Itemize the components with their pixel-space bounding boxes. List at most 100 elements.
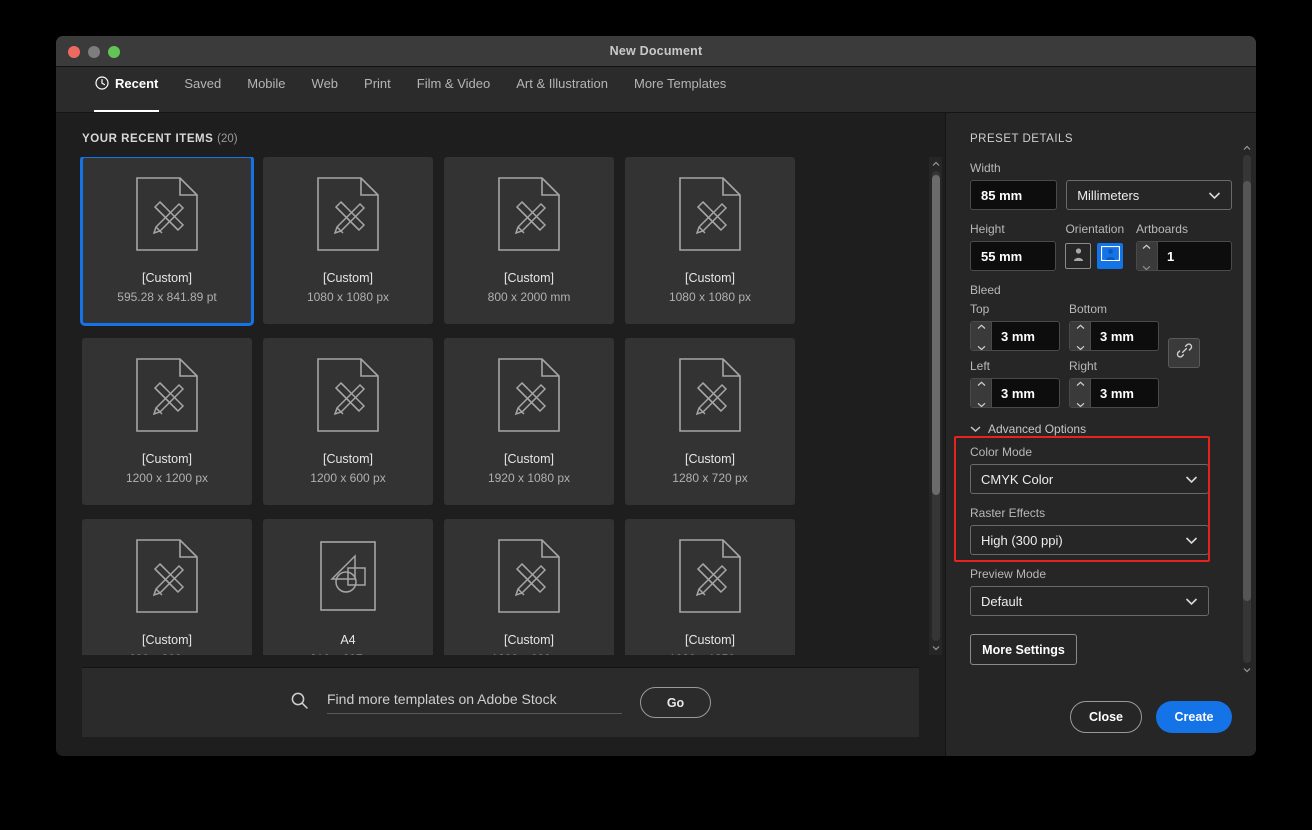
bleed-bottom-stepper[interactable]: 3 mm — [1069, 321, 1159, 351]
stepper-up-arrow-icon[interactable] — [977, 379, 986, 392]
template-card[interactable]: [Custom] 1080 x 1080 px — [625, 157, 795, 324]
template-card-dimensions: 1200 x 600 px — [491, 652, 566, 655]
height-input[interactable]: 55 mm — [970, 241, 1057, 271]
bleed-left-value[interactable]: 3 mm — [992, 379, 1059, 407]
height-label: Height — [970, 222, 1005, 236]
tab-web[interactable]: Web — [299, 67, 352, 112]
template-card[interactable]: [Custom] 1280 x 720 px — [625, 338, 795, 505]
artboards-stepper-arrows[interactable] — [1136, 242, 1158, 271]
template-card[interactable]: [Custom] 1080 x 1350 px — [625, 519, 795, 655]
close-button[interactable]: Close — [1070, 701, 1142, 733]
recent-items-count: (20) — [217, 133, 238, 145]
chevron-down-icon — [1185, 472, 1198, 487]
create-button[interactable]: Create — [1156, 701, 1232, 733]
tab-saved[interactable]: Saved — [171, 67, 234, 112]
template-card[interactable]: [Custom] 1080 x 1080 px — [263, 157, 433, 324]
close-window-button[interactable] — [68, 46, 80, 58]
tab-label-print: Print — [364, 75, 391, 91]
search-input[interactable] — [327, 691, 622, 707]
bleed-left-stepper[interactable]: 3 mm — [970, 378, 1060, 408]
more-settings-button[interactable]: More Settings — [970, 634, 1077, 665]
bleed-top-value[interactable]: 3 mm — [992, 322, 1059, 350]
scroll-down-arrow-icon[interactable] — [932, 644, 940, 652]
bleed-left-arrows[interactable] — [971, 379, 992, 407]
color-mode-dropdown[interactable]: CMYK Color — [970, 464, 1209, 494]
zoom-window-button[interactable] — [108, 46, 120, 58]
chevron-down-icon — [1185, 594, 1198, 609]
bleed-link-button[interactable] — [1168, 338, 1200, 368]
search-icon — [290, 691, 309, 715]
raster-effects-dropdown[interactable]: High (300 ppi) — [970, 525, 1209, 555]
stepper-down-arrow-icon[interactable] — [1142, 258, 1151, 271]
templates-grid: [Custom] 595.28 x 841.89 pt [Custom] 1080 … — [80, 157, 919, 655]
stepper-down-arrow-icon[interactable] — [1076, 338, 1085, 351]
landscape-orientation-button[interactable] — [1097, 243, 1124, 269]
tab-more-templates[interactable]: More Templates — [621, 67, 739, 112]
scroll-down-arrow-icon[interactable] — [1243, 666, 1251, 674]
scroll-up-arrow-icon[interactable] — [932, 160, 940, 168]
preset-scrollbar-thumb[interactable] — [1243, 181, 1251, 601]
raster-effects-label: Raster Effects — [970, 506, 1046, 520]
recent-items-heading: YOUR RECENT ITEMS (20) — [56, 113, 945, 157]
template-card-dimensions: 1080 x 1080 px — [306, 290, 390, 304]
bleed-bottom-arrows[interactable] — [1070, 322, 1091, 350]
search-field[interactable] — [327, 691, 622, 714]
units-dropdown[interactable]: Millimeters — [1066, 180, 1232, 210]
new-document-dialog: New Document Recent Saved Mobile Web Pri… — [56, 36, 1256, 756]
template-card[interactable]: [Custom] 1200 x 600 px — [263, 338, 433, 505]
artboards-stepper[interactable]: 1 — [1135, 241, 1232, 271]
template-card-dimensions: 210 x 297 mm — [310, 652, 386, 655]
template-card-dimensions: 1080 x 1350 px — [669, 652, 751, 655]
bleed-right-stepper[interactable]: 3 mm — [1069, 378, 1159, 408]
bleed-bottom-value[interactable]: 3 mm — [1091, 322, 1158, 350]
chevron-down-icon — [1208, 188, 1221, 203]
tab-print[interactable]: Print — [351, 67, 404, 112]
templates-scrollbar[interactable] — [929, 157, 942, 655]
units-value: Millimeters — [1077, 187, 1140, 203]
template-category-tabs: Recent Saved Mobile Web Print Film & Vid… — [56, 67, 1256, 113]
width-input[interactable]: 85 mm — [970, 180, 1058, 210]
bleed-right-value[interactable]: 3 mm — [1091, 379, 1158, 407]
landscape-orientation-icon — [1100, 245, 1121, 266]
templates-scrollbar-thumb[interactable] — [932, 175, 940, 495]
template-card[interactable]: [Custom] 800 x 2000 mm — [444, 157, 614, 324]
stepper-up-arrow-icon[interactable] — [1142, 242, 1151, 255]
bleed-right-arrows[interactable] — [1070, 379, 1091, 407]
document-pencil-ruler-icon — [498, 358, 560, 432]
go-button[interactable]: Go — [640, 687, 711, 718]
color-mode-label: Color Mode — [970, 445, 1033, 459]
bleed-top-arrows[interactable] — [971, 322, 992, 350]
tab-recent[interactable]: Recent — [82, 67, 171, 112]
stepper-down-arrow-icon[interactable] — [977, 338, 986, 351]
template-card[interactable]: [Custom] 600 x 800 mm — [82, 519, 252, 655]
tab-label-mobile: Mobile — [247, 75, 286, 91]
document-pencil-ruler-icon — [498, 539, 560, 613]
window-title: New Document — [609, 44, 703, 58]
advanced-options-toggle[interactable]: Advanced Options — [970, 422, 1232, 436]
template-card[interactable]: [Custom] 595.28 x 841.89 pt — [80, 157, 254, 326]
minimize-window-button[interactable] — [88, 46, 100, 58]
tab-art-and-illustration[interactable]: Art & Illustration — [503, 67, 621, 112]
stepper-down-arrow-icon[interactable] — [977, 395, 986, 408]
stepper-down-arrow-icon[interactable] — [1076, 395, 1085, 408]
template-card[interactable]: A4 210 x 297 mm — [263, 519, 433, 655]
template-card[interactable]: [Custom] 1920 x 1080 px — [444, 338, 614, 505]
preset-panel-scrollbar[interactable] — [1240, 141, 1253, 677]
artboards-value[interactable]: 1 — [1158, 242, 1231, 270]
stepper-up-arrow-icon[interactable] — [1076, 379, 1085, 392]
template-card[interactable]: [Custom] 1200 x 600 px — [444, 519, 614, 655]
stepper-up-arrow-icon[interactable] — [1076, 322, 1085, 335]
search-bar-padding — [56, 737, 945, 755]
scroll-up-arrow-icon[interactable] — [1243, 144, 1251, 152]
template-card-name: [Custom] — [322, 452, 373, 466]
tab-film-and-video[interactable]: Film & Video — [404, 67, 503, 112]
stepper-up-arrow-icon[interactable] — [977, 322, 986, 335]
adobe-stock-search-bar: Go — [82, 667, 919, 737]
document-pencil-ruler-icon — [317, 358, 379, 432]
document-pencil-ruler-icon — [679, 539, 741, 613]
tab-mobile[interactable]: Mobile — [234, 67, 298, 112]
portrait-orientation-button[interactable] — [1065, 243, 1092, 269]
template-card[interactable]: [Custom] 1200 x 1200 px — [82, 338, 252, 505]
bleed-top-stepper[interactable]: 3 mm — [970, 321, 1060, 351]
preview-mode-dropdown[interactable]: Default — [970, 586, 1209, 616]
